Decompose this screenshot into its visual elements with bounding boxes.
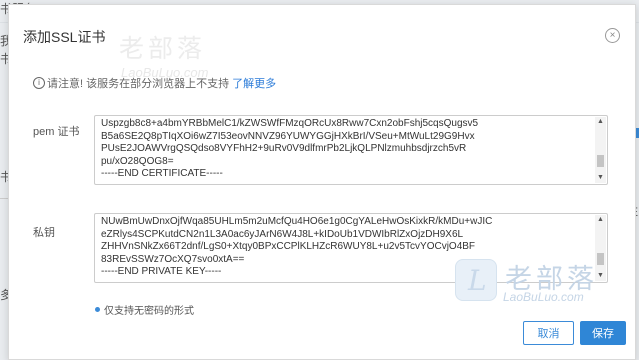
- browser-support-notice: i 请注意! 该服务在部分浏览器上不支持 了解更多: [33, 75, 276, 91]
- scroll-down-arrow-icon[interactable]: ▼: [595, 173, 606, 183]
- private-key-scrollbar[interactable]: ▲ ▼: [595, 215, 606, 281]
- pem-line: -----END CERTIFICATE-----: [101, 168, 223, 179]
- key-line: eZRlys4SCPKutdCN2n1L3A0ac6yJArN6W4J8L+kI…: [101, 228, 464, 240]
- pem-line: Uspzgb8c8+a4bmYRBbMelC1/kZWSWfFMzqORcUx8…: [101, 118, 479, 129]
- scroll-down-arrow-icon[interactable]: ▼: [595, 271, 606, 281]
- hint-text: 仅支持无密码的形式: [104, 306, 194, 317]
- pem-certificate-textarea[interactable]: Uspzgb8c8+a4bmYRBbMelC1/kZWSWfFMzqORcUx8…: [94, 115, 608, 185]
- key-line: 83REvSSWz7OcXQ7svo0xtA==: [101, 253, 245, 265]
- close-icon[interactable]: ×: [605, 28, 620, 43]
- scroll-thumb[interactable]: [597, 253, 604, 265]
- scroll-thumb[interactable]: [597, 155, 604, 167]
- pem-certificate-label: pem 证书: [33, 126, 80, 138]
- add-ssl-certificate-dialog: 添加SSL证书 × 老部落 LaoBuLuo.com i 请注意! 该服务在部分…: [8, 4, 636, 360]
- passwordless-hint: 仅支持无密码的形式: [95, 302, 194, 317]
- pem-scrollbar[interactable]: ▲ ▼: [595, 117, 606, 183]
- info-icon: i: [33, 77, 45, 89]
- notice-text: 请注意! 该服务在部分浏览器上不支持: [47, 78, 230, 90]
- watermark: 老部落 LaoBuLuo.com: [119, 29, 208, 80]
- learn-more-link[interactable]: 了解更多: [232, 75, 276, 91]
- cancel-button[interactable]: 取消: [523, 321, 574, 345]
- pem-line: B5a6SE2Q8pTIqXOi6wZ7I53eovNNVZ96YUWYGGjH…: [101, 130, 475, 142]
- watermark-text: 老部落: [119, 34, 207, 63]
- key-line: NUwBmUwDnxOjfWqa85UHLm5m2uMcfQu4HO6e1g0C…: [101, 216, 493, 227]
- save-button[interactable]: 保存: [580, 321, 626, 345]
- scroll-up-arrow-icon[interactable]: ▲: [595, 117, 606, 127]
- private-key-label: 私钥: [33, 227, 55, 239]
- pem-line: PUsE2JOAWVrgQSQdso8VYFhH2+9uRv0V9dlfmrPb…: [101, 143, 467, 154]
- pem-line: pu/xO28QOG8=: [101, 155, 174, 167]
- key-line: ZHHVnSNkZx66T2dnf/LgS0+Xtqy0BPxCCPlKLHZc…: [101, 241, 476, 252]
- dialog-title: 添加SSL证书: [23, 29, 106, 45]
- scroll-up-arrow-icon[interactable]: ▲: [595, 215, 606, 225]
- watermark-url: LaoBuLuo.com: [503, 290, 584, 304]
- private-key-textarea[interactable]: NUwBmUwDnxOjfWqa85UHLm5m2uMcfQu4HO6e1g0C…: [94, 213, 608, 283]
- background-divider: [0, 198, 8, 199]
- bullet-dot-icon: [95, 307, 100, 312]
- key-line: -----END PRIVATE KEY-----: [101, 266, 222, 277]
